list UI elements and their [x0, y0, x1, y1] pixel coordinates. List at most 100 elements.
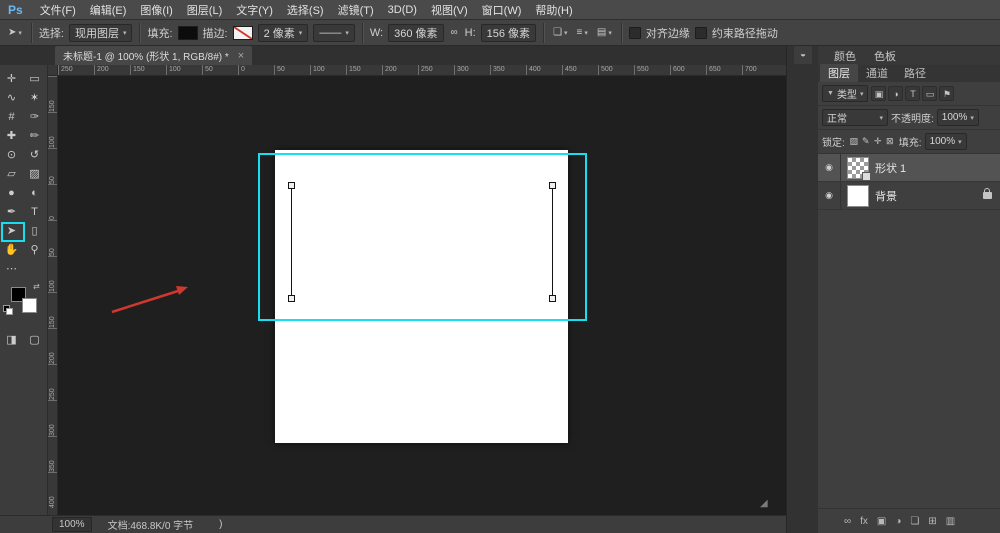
blend-mode-dropdown[interactable]: 正常 ▾: [822, 109, 888, 126]
menu-item[interactable]: 视图(V): [424, 2, 475, 18]
screen-mode-tool[interactable]: ▢: [23, 331, 46, 350]
swap-colors-icon[interactable]: ⇄: [33, 282, 40, 291]
lock-transparent-icon[interactable]: ▨: [848, 136, 860, 147]
fill-color-swatch[interactable]: [178, 26, 198, 40]
background-color-swatch[interactable]: [22, 298, 37, 313]
new-layer-icon[interactable]: ⊞: [928, 516, 936, 527]
shape-vertical-line-left[interactable]: [291, 185, 292, 298]
path-alignment-dropdown[interactable]: ≡ ▾: [575, 27, 590, 38]
menu-item[interactable]: 文件(F): [33, 2, 83, 18]
move-tool[interactable]: ✛: [0, 70, 23, 89]
quick-mask-tool[interactable]: ◨: [0, 331, 23, 350]
select-mode-dropdown[interactable]: 现用图层 ▾: [69, 24, 133, 42]
zoom-tool[interactable]: ⚲: [23, 241, 46, 260]
anchor-handle[interactable]: [288, 182, 295, 189]
link-layers-icon[interactable]: ∞: [844, 516, 851, 527]
gradient-tool[interactable]: ▨: [23, 165, 46, 184]
eraser-tool[interactable]: ▱: [0, 165, 23, 184]
status-popup-arrow[interactable]: ): [219, 519, 222, 530]
shape-selection-bounds[interactable]: [258, 153, 587, 321]
tab-color[interactable]: 颜色: [826, 47, 864, 65]
shape-vertical-line-right[interactable]: [552, 185, 553, 298]
filter-funnel-icon: ▼: [827, 90, 834, 97]
opacity-dropdown[interactable]: 100% ▾: [937, 109, 979, 126]
tab-layers[interactable]: 图层: [820, 64, 858, 82]
link-wh-icon[interactable]: ∞: [449, 27, 460, 38]
close-icon[interactable]: ×: [238, 50, 244, 62]
canvas-area[interactable]: ◢: [58, 76, 786, 515]
delete-layer-icon[interactable]: ▥: [946, 516, 955, 527]
adjustment-layer-icon[interactable]: ◑: [895, 516, 901, 527]
current-tool-icon[interactable]: ➤ ▾: [6, 27, 24, 38]
lock-all-icon[interactable]: ⊠: [884, 136, 896, 147]
layer-thumbnail[interactable]: [847, 157, 869, 179]
menu-item[interactable]: 图像(I): [133, 2, 179, 18]
stroke-style-line-icon: ——: [319, 27, 341, 39]
crop-tool[interactable]: #: [0, 108, 23, 127]
marquee-tool[interactable]: ▭: [23, 70, 46, 89]
stroke-color-swatch[interactable]: [233, 26, 253, 40]
lasso-tool[interactable]: ∿: [0, 89, 23, 108]
layer-thumbnail[interactable]: [847, 185, 869, 207]
pen-tool[interactable]: ✒: [0, 203, 23, 222]
filter-smart-icon[interactable]: ⚑: [939, 86, 954, 101]
layer-name[interactable]: 形状 1: [875, 160, 1000, 176]
hand-tool[interactable]: ✋: [0, 241, 23, 260]
brush-tool[interactable]: ✏: [23, 127, 46, 146]
menu-item[interactable]: 帮助(H): [528, 2, 579, 18]
shape-tool[interactable]: ▯: [23, 222, 46, 241]
dodge-tool[interactable]: ◐: [23, 184, 46, 203]
healing-brush-tool[interactable]: ✚: [0, 127, 23, 146]
filter-pixel-icon[interactable]: ▣: [871, 86, 886, 101]
clone-stamp-tool[interactable]: ⊙: [0, 146, 23, 165]
menu-item[interactable]: 文字(Y): [229, 2, 280, 18]
new-group-icon[interactable]: ❏: [910, 516, 919, 527]
width-field[interactable]: 360 像素: [388, 24, 443, 42]
menu-item[interactable]: 选择(S): [280, 2, 331, 18]
height-field[interactable]: 156 像素: [481, 24, 536, 42]
filter-type-icon[interactable]: T: [905, 86, 920, 101]
filter-adjustment-icon[interactable]: ◑: [888, 86, 903, 101]
layer-fill-dropdown[interactable]: 100% ▾: [925, 133, 967, 150]
menu-item[interactable]: 编辑(E): [83, 2, 134, 18]
anchor-handle[interactable]: [549, 182, 556, 189]
constrain-path-checkbox[interactable]: [695, 27, 707, 39]
resize-grip-icon[interactable]: ◢: [760, 498, 768, 509]
history-brush-tool[interactable]: ↺: [23, 146, 46, 165]
layer-row-shape1[interactable]: ◉ 形状 1: [818, 154, 1000, 182]
visibility-eye-icon[interactable]: ◉: [818, 154, 841, 181]
blur-tool[interactable]: ●: [0, 184, 23, 203]
dock-panel-icon-2[interactable]: ◒: [794, 46, 812, 64]
eyedropper-tool[interactable]: ✑: [23, 108, 46, 127]
stroke-width-dropdown[interactable]: 2 像素 ▾: [258, 24, 309, 42]
tab-channels[interactable]: 通道: [858, 64, 896, 82]
stroke-style-dropdown[interactable]: —— ▾: [313, 24, 355, 42]
lock-paint-icon[interactable]: ✎: [860, 136, 872, 147]
layer-name[interactable]: 背景: [875, 188, 977, 204]
document-tab[interactable]: 未标题-1 @ 100% (形状 1, RGB/8#) * ×: [55, 46, 252, 65]
lock-move-icon[interactable]: ✛: [872, 136, 884, 147]
add-mask-icon[interactable]: ▣: [877, 516, 886, 527]
menu-item[interactable]: 滤镜(T): [331, 2, 381, 18]
default-colors-icon[interactable]: [3, 305, 14, 316]
filter-shape-icon[interactable]: ▭: [922, 86, 937, 101]
menu-item[interactable]: 3D(D): [381, 4, 424, 16]
tab-paths[interactable]: 路径: [896, 64, 934, 82]
quick-select-tool[interactable]: ✶: [23, 89, 46, 108]
layer-filter-dropdown[interactable]: ▼ 类型 ▾: [822, 85, 868, 102]
visibility-eye-icon[interactable]: ◉: [818, 182, 841, 209]
tab-swatches[interactable]: 色板: [866, 47, 904, 65]
menu-item[interactable]: 图层(L): [180, 2, 229, 18]
more-tools[interactable]: ⋯: [0, 260, 23, 279]
menu-item[interactable]: 窗口(W): [475, 2, 529, 18]
anchor-handle[interactable]: [549, 295, 556, 302]
anchor-handle[interactable]: [288, 295, 295, 302]
type-tool[interactable]: T: [23, 203, 46, 222]
path-arrangement-dropdown[interactable]: ▤ ▾: [595, 27, 614, 38]
layer-effects-icon[interactable]: fx: [860, 516, 868, 527]
zoom-level-field[interactable]: 100%: [52, 517, 92, 532]
path-operations-dropdown[interactable]: ❏ ▾: [551, 27, 569, 38]
layer-row-background[interactable]: ◉ 背景: [818, 182, 1000, 210]
align-edges-checkbox[interactable]: [629, 27, 641, 39]
ruler-tick: 300: [48, 400, 57, 436]
